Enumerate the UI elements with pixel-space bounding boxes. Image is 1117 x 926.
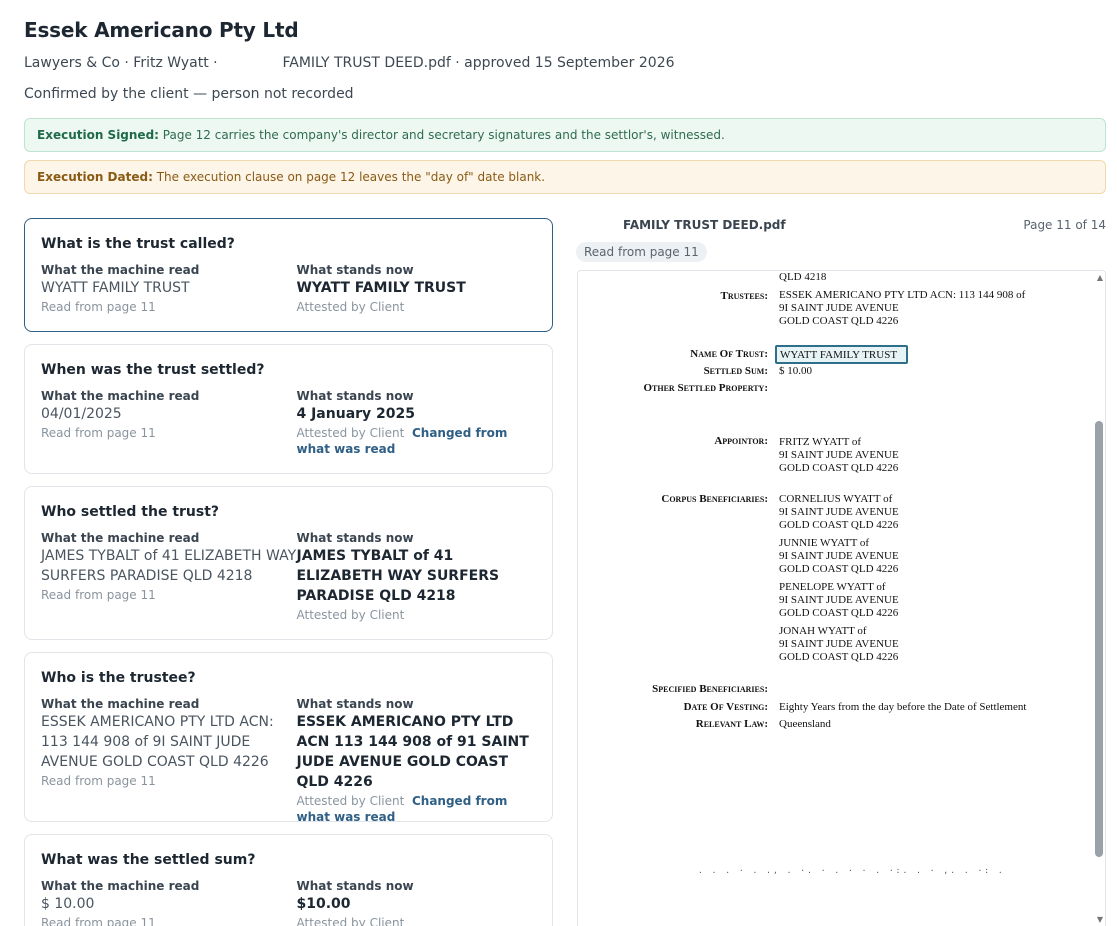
meta-approved: · approved 15 September 2026	[455, 55, 675, 71]
question-card-settlor[interactable]: Who settled the trust? What the machine …	[24, 486, 553, 640]
question-title: Who settled the trust?	[41, 504, 220, 520]
confirmation-note: Confirmed by the client — person not rec…	[24, 86, 354, 102]
doc-beneficiary-line: 9I SAINT JUDE AVENUE	[779, 506, 899, 518]
stands-now-label: What stands now	[296, 389, 414, 403]
question-list: What is the trust called? What the machi…	[24, 218, 553, 926]
doc-specified-label: Specified Beneficiaries:	[652, 683, 768, 695]
document-scrollbar[interactable]: ▲ ▼	[1093, 271, 1105, 926]
scroll-down-icon[interactable]: ▼	[1097, 915, 1103, 924]
machine-read-label: What the machine read	[41, 531, 200, 545]
doc-beneficiary-line: 9I SAINT JUDE AVENUE	[779, 594, 899, 606]
attestation: Attested by Client	[296, 300, 405, 314]
doc-beneficiary-line: JUNNIE WYATT of	[779, 537, 870, 549]
machine-read-value: JAMES TYBALT of 41 ELIZABETH WAY SURFERS…	[41, 548, 297, 584]
doc-beneficiary-line: GOLD COAST QLD 4226	[779, 563, 899, 575]
machine-read-label: What the machine read	[41, 697, 200, 711]
doc-beneficiary-line: PENELOPE WYATT of	[779, 581, 886, 593]
doc-appointor-line: FRITZ WYATT of	[779, 436, 862, 448]
doc-top-line: QLD 4218	[779, 271, 827, 283]
question-card-settled-sum[interactable]: What was the settled sum? What the machi…	[24, 834, 553, 926]
stands-now-value: ESSEK AMERICANO PTY LTD ACN 113 144 908 …	[296, 714, 529, 790]
execution-dated-banner: Execution Dated: The execution clause on…	[24, 160, 1106, 194]
machine-read-source: Read from page 11	[41, 774, 156, 788]
doc-law-value: Queensland	[779, 718, 831, 730]
question-title: What is the trust called?	[41, 236, 235, 252]
doc-beneficiary-line: CORNELIUS WYATT of	[779, 493, 893, 505]
doc-appointor-line: 9I SAINT JUDE AVENUE	[779, 449, 899, 461]
attestation: Attested by Client	[296, 794, 405, 808]
question-card-trust-name[interactable]: What is the trust called? What the machi…	[24, 218, 553, 332]
document-page[interactable]: QLD 4218 Trustees: ESSEK AMERICANO PTY L…	[577, 270, 1106, 926]
execution-signed-text: Page 12 carries the company's director a…	[158, 128, 725, 142]
read-from-page-pill: Read from page 11	[576, 242, 707, 262]
machine-read-label: What the machine read	[41, 879, 200, 893]
stands-now-value: JAMES TYBALT of 41 ELIZABETH WAY SURFERS…	[296, 548, 500, 604]
machine-read-source: Read from page 11	[41, 426, 156, 440]
attestation: Attested by Client	[296, 608, 405, 622]
meta-prefix: Lawyers & Co · Fritz Wyatt ·	[24, 55, 218, 71]
deed-meta: Lawyers & Co · Fritz Wyatt · FAMILY TRUS…	[24, 55, 1104, 71]
stands-now-label: What stands now	[296, 697, 414, 711]
page-header: Essek Americano Pty Ltd Lawyers & Co · F…	[24, 18, 1104, 102]
redaction-block	[564, 208, 620, 240]
machine-read-source: Read from page 11	[41, 300, 156, 314]
doc-trustees-label: Trustees:	[720, 290, 768, 302]
redaction-block	[222, 55, 279, 71]
doc-trustees-line: ESSEK AMERICANO PTY LTD ACN: 113 144 908…	[779, 289, 1026, 301]
doc-beneficiary-line: GOLD COAST QLD 4226	[779, 607, 899, 619]
doc-other-property-label: Other Settled Property:	[643, 382, 768, 394]
doc-law-label: Relevant Law:	[695, 718, 768, 730]
doc-sum-label: Settled Sum:	[703, 365, 768, 377]
meta-file: FAMILY TRUST DEED.pdf	[282, 55, 451, 71]
page-indicator: Page 11 of 14	[1023, 218, 1106, 232]
doc-sum-value: $ 10.00	[779, 365, 812, 377]
stands-now-label: What stands now	[296, 531, 414, 545]
scrollbar-thumb[interactable]	[1095, 421, 1103, 857]
page-title: Essek Americano Pty Ltd	[24, 18, 299, 42]
stands-now-label: What stands now	[296, 263, 414, 277]
doc-trustees-line: 9I SAINT JUDE AVENUE	[779, 302, 899, 314]
doc-beneficiary-line: 9I SAINT JUDE AVENUE	[779, 550, 899, 562]
execution-dated-label: Execution Dated:	[37, 170, 153, 184]
stands-now-value: $10.00	[296, 896, 351, 912]
attestation: Attested by Client	[296, 426, 405, 440]
doc-vesting-value: Eighty Years from the day before the Dat…	[779, 701, 1027, 713]
doc-vesting-label: Date Of Vesting:	[683, 701, 768, 713]
doc-name-label: Name Of Trust:	[690, 348, 768, 360]
machine-read-value: $ 10.00	[41, 896, 95, 912]
question-title: What was the settled sum?	[41, 852, 256, 868]
question-card-settlement-date[interactable]: When was the trust settled? What the mac…	[24, 344, 553, 474]
attestation-line: Attested by Client Changed from what was…	[296, 425, 536, 457]
execution-signed-banner: Execution Signed: Page 12 carries the co…	[24, 118, 1106, 152]
machine-read-value: 04/01/2025	[41, 406, 122, 422]
document-filename: FAMILY TRUST DEED.pdf	[623, 218, 786, 232]
machine-read-label: What the machine read	[41, 389, 200, 403]
machine-read-source: Read from page 11	[41, 588, 156, 602]
machine-read-value: ESSEK AMERICANO PTY LTD ACN: 113 144 908…	[41, 714, 274, 770]
scan-noise: . . . · . ., . ·. · . · · . ·:. . · ,. .…	[698, 866, 1005, 875]
doc-beneficiary-line: GOLD COAST QLD 4226	[779, 519, 899, 531]
machine-read-value: WYATT FAMILY TRUST	[41, 280, 190, 296]
doc-beneficiary-line: GOLD COAST QLD 4226	[779, 651, 899, 663]
stands-now-value: WYATT FAMILY TRUST	[296, 280, 466, 296]
stands-now-label: What stands now	[296, 879, 414, 893]
highlighted-trust-name: WYATT FAMILY TRUST	[775, 345, 908, 364]
execution-signed-label: Execution Signed:	[37, 128, 159, 142]
question-title: Who is the trustee?	[41, 670, 196, 686]
doc-corpus-label: Corpus Beneficiaries:	[661, 493, 768, 505]
attestation-line: Attested by Client Changed from what was…	[296, 793, 536, 825]
attestation: Attested by Client	[296, 916, 405, 926]
machine-read-source: Read from page 11	[41, 916, 156, 926]
doc-appointor-label: Appointor:	[714, 435, 768, 447]
execution-dated-text: The execution clause on page 12 leaves t…	[152, 170, 546, 184]
question-card-trustee[interactable]: Who is the trustee? What the machine rea…	[24, 652, 553, 825]
machine-read-label: What the machine read	[41, 263, 200, 277]
doc-beneficiary-line: 9I SAINT JUDE AVENUE	[779, 638, 899, 650]
doc-trustees-line: GOLD COAST QLD 4226	[779, 315, 899, 327]
doc-appointor-line: GOLD COAST QLD 4226	[779, 462, 899, 474]
stands-now-value: 4 January 2025	[296, 406, 416, 422]
doc-beneficiary-line: JONAH WYATT of	[779, 625, 867, 637]
question-title: When was the trust settled?	[41, 362, 265, 378]
scroll-up-icon[interactable]: ▲	[1097, 273, 1103, 282]
